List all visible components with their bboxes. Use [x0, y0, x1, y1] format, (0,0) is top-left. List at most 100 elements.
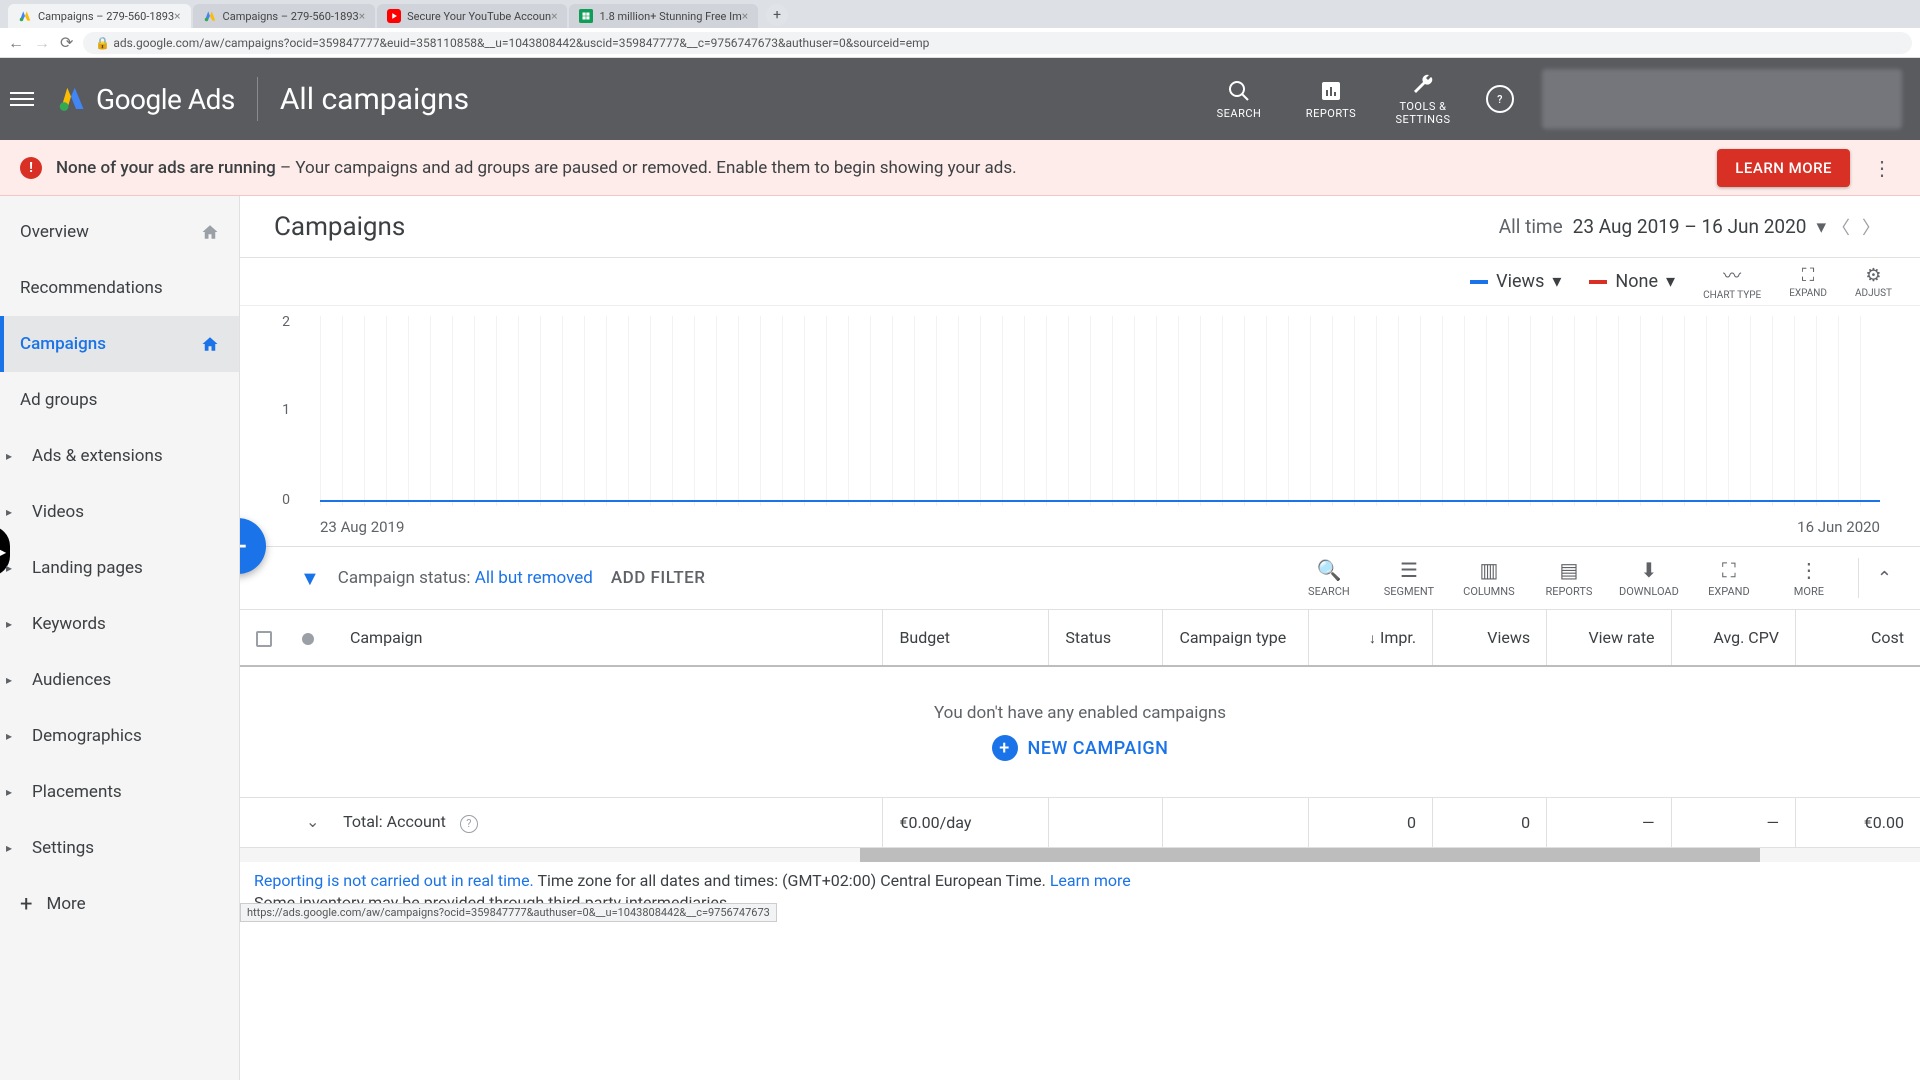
scope-title[interactable]: All campaigns: [280, 82, 469, 117]
header-search-button[interactable]: SEARCH: [1204, 79, 1274, 120]
chart-type-button[interactable]: 〰CHART TYPE: [1703, 262, 1761, 301]
filter-icon[interactable]: ▼: [300, 566, 320, 591]
add-filter-button[interactable]: ADD FILTER: [611, 568, 706, 588]
table-more-button[interactable]: ⋮MORE: [1778, 558, 1840, 598]
search-icon: 🔍: [1316, 558, 1341, 582]
header-help-button[interactable]: ?: [1480, 85, 1520, 113]
table-columns-button[interactable]: ▥COLUMNS: [1458, 558, 1520, 598]
sidebar-item-ads-extensions[interactable]: ▸Ads & extensions: [0, 428, 239, 484]
chart-expand-button[interactable]: ⛶EXPAND: [1789, 265, 1827, 299]
sidebar-item-label: Audiences: [32, 670, 111, 690]
col-view-rate[interactable]: View rate: [1547, 610, 1671, 666]
main-menu-button[interactable]: [10, 92, 34, 106]
sidebar-item-demographics[interactable]: ▸Demographics: [0, 708, 239, 764]
chevron-down-icon[interactable]: ⌄: [306, 812, 339, 831]
total-budget: €0.00/day: [883, 798, 1049, 848]
col-impr[interactable]: ↓ Impr.: [1308, 610, 1432, 666]
table-segment-button[interactable]: ☰SEGMENT: [1378, 558, 1440, 598]
page-header: Campaigns All time 23 Aug 2019 – 16 Jun …: [240, 196, 1920, 258]
header-reports-button[interactable]: REPORTS: [1296, 79, 1366, 120]
sidebar: ▶ OverviewRecommendationsCampaignsAd gro…: [0, 196, 240, 1080]
sidebar-item-audiences[interactable]: ▸Audiences: [0, 652, 239, 708]
total-impr: 0: [1308, 798, 1432, 848]
total-avg-cpv: —: [1671, 798, 1795, 848]
close-icon[interactable]: ×: [742, 9, 748, 23]
sidebar-item-videos[interactable]: ▸Videos: [0, 484, 239, 540]
col-cost[interactable]: Cost: [1795, 610, 1920, 666]
new-campaign-button[interactable]: + NEW CAMPAIGN: [992, 735, 1169, 761]
expand-icon: ⛶: [1722, 558, 1736, 582]
sidebar-item-overview[interactable]: Overview: [0, 204, 239, 260]
reporting-link[interactable]: Reporting is not carried out in real tim…: [254, 871, 534, 890]
sidebar-item-settings[interactable]: ▸Settings: [0, 820, 239, 876]
product-logo[interactable]: Google Ads: [56, 83, 235, 116]
reports-icon: ▤: [1559, 558, 1578, 582]
col-status[interactable]: Status: [1049, 610, 1163, 666]
date-next-button[interactable]: 〉: [1856, 214, 1886, 240]
browser-tab[interactable]: Campaigns – 279-560-1893 ×: [193, 4, 376, 28]
page-title: Campaigns: [274, 212, 1499, 242]
col-campaign-type[interactable]: Campaign type: [1163, 610, 1308, 666]
redacted-area: [1542, 69, 1902, 129]
close-icon[interactable]: ×: [551, 9, 557, 23]
close-icon[interactable]: ×: [359, 9, 365, 23]
browser-tab[interactable]: Secure Your YouTube Accoun ×: [377, 4, 567, 28]
horizontal-scrollbar[interactable]: [240, 848, 1920, 862]
url-input[interactable]: 🔒 ads.google.com/aw/campaigns?ocid=35984…: [83, 32, 1912, 54]
browser-tab[interactable]: Campaigns – 279-560-1893 ×: [8, 4, 191, 28]
sidebar-item-recommendations[interactable]: Recommendations: [0, 260, 239, 316]
help-icon[interactable]: ?: [460, 815, 478, 833]
table-search-button[interactable]: 🔍SEARCH: [1298, 558, 1360, 598]
sidebar-item-landing-pages[interactable]: ▸Landing pages: [0, 540, 239, 596]
expand-icon: ⛶: [1802, 265, 1815, 286]
total-views: 0: [1433, 798, 1547, 848]
browser-tab[interactable]: 1.8 million+ Stunning Free Im ×: [569, 4, 758, 28]
sidebar-item-campaigns[interactable]: Campaigns: [0, 316, 239, 372]
table-reports-button[interactable]: ▤REPORTS: [1538, 558, 1600, 598]
close-icon[interactable]: ×: [174, 9, 180, 23]
new-tab-button[interactable]: +: [766, 4, 788, 26]
sidebar-item-label: Recommendations: [20, 278, 163, 298]
sidebar-item-label: Overview: [20, 222, 89, 242]
select-all-checkbox[interactable]: [256, 631, 272, 647]
chevron-down-icon: ▾: [1816, 215, 1826, 238]
table-download-button[interactable]: ⬇DOWNLOAD: [1618, 558, 1680, 598]
sidebar-item-placements[interactable]: ▸Placements: [0, 764, 239, 820]
metric-a-selector[interactable]: Views ▾: [1470, 271, 1561, 292]
forward-button[interactable]: →: [34, 33, 50, 53]
col-avg-cpv[interactable]: Avg. CPV: [1671, 610, 1795, 666]
sidebar-item-keywords[interactable]: ▸Keywords: [0, 596, 239, 652]
sidebar-item-label: Placements: [32, 782, 122, 802]
reload-button[interactable]: ⟳: [60, 33, 73, 52]
table-expand-button[interactable]: ⛶EXPAND: [1698, 558, 1760, 598]
divider: [1858, 558, 1859, 598]
alert-menu-button[interactable]: ⋮: [1864, 156, 1900, 180]
sidebar-item-ad-groups[interactable]: Ad groups: [0, 372, 239, 428]
tab-title: Campaigns – 279-560-1893: [223, 10, 359, 23]
main-content: Campaigns All time 23 Aug 2019 – 16 Jun …: [240, 196, 1920, 1080]
series-swatch: [1589, 280, 1607, 284]
ads-favicon: [203, 9, 217, 23]
total-cost: €0.00: [1795, 798, 1920, 848]
date-range-picker[interactable]: All time 23 Aug 2019 – 16 Jun 2020 ▾: [1499, 215, 1826, 238]
col-budget[interactable]: Budget: [883, 610, 1049, 666]
col-views[interactable]: Views: [1433, 610, 1547, 666]
chevron-down-icon: ▾: [1666, 271, 1675, 292]
date-prev-button[interactable]: 〈: [1826, 214, 1856, 240]
browser-tab-strip: Campaigns – 279-560-1893 × Campaigns – 2…: [0, 0, 1920, 28]
metric-b-selector[interactable]: None ▾: [1589, 271, 1675, 292]
chart-adjust-button[interactable]: ⚙ADJUST: [1855, 265, 1892, 299]
app-header: Google Ads All campaigns SEARCH REPORTS …: [0, 58, 1920, 140]
filter-chip[interactable]: Campaign status: All but removed: [338, 568, 593, 588]
collapse-toolbar-button[interactable]: ⌃: [1877, 568, 1892, 589]
sidebar-more[interactable]: + More: [0, 876, 239, 932]
status-dot-icon: [302, 633, 314, 645]
learn-more-link[interactable]: Learn more: [1050, 871, 1131, 890]
col-campaign[interactable]: Campaign: [240, 610, 883, 666]
table-toolbar: ▼ Campaign status: All but removed ADD F…: [240, 546, 1920, 610]
back-button[interactable]: ←: [8, 33, 24, 53]
learn-more-button[interactable]: LEARN MORE: [1717, 149, 1850, 187]
total-view-rate: —: [1547, 798, 1671, 848]
header-tools-button[interactable]: TOOLS & SETTINGS: [1388, 72, 1458, 126]
chart-toolbar: Views ▾ None ▾ 〰CHART TYPE ⛶EXPAND ⚙ADJU…: [240, 258, 1920, 306]
